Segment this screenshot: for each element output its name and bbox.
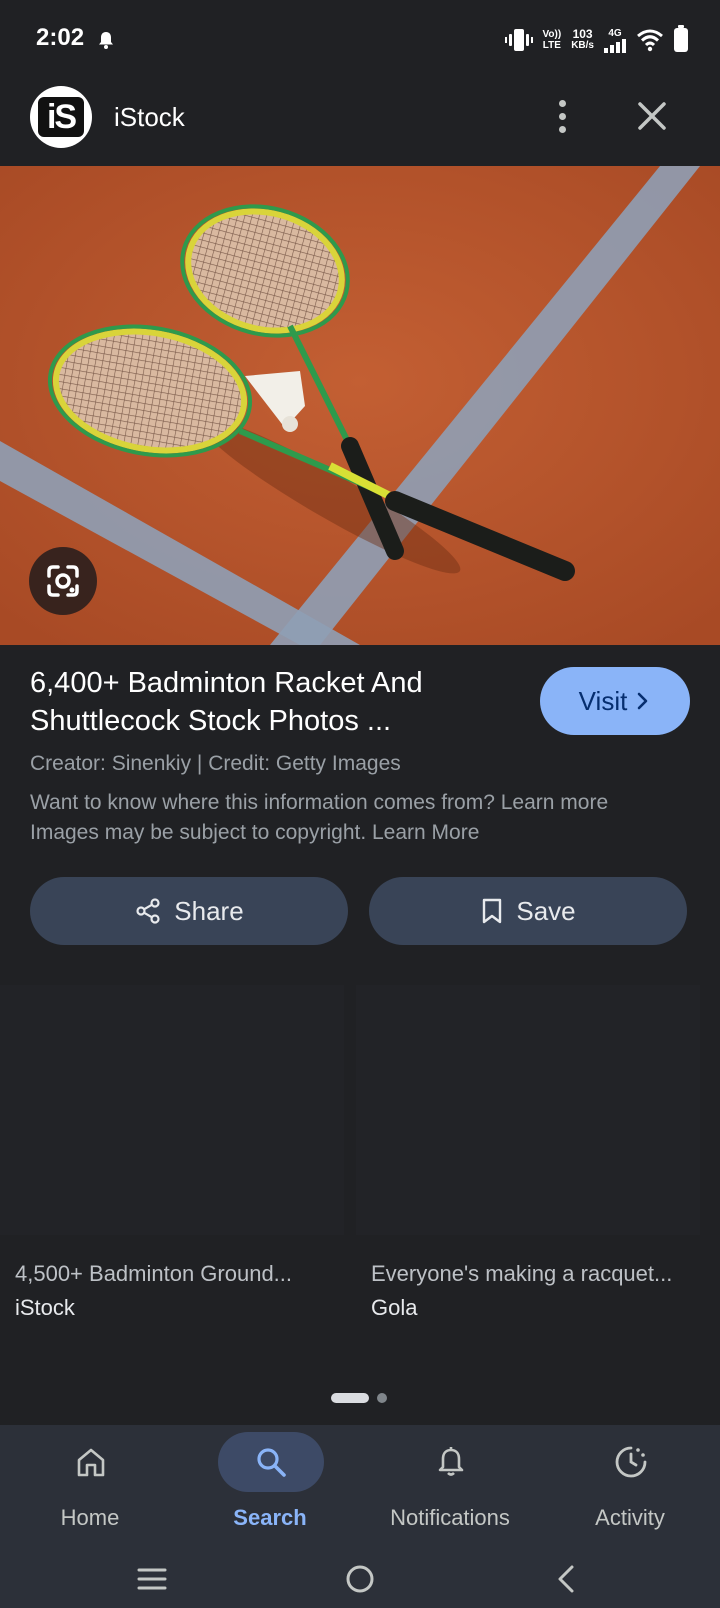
page-dot-active [331,1393,369,1403]
back-icon[interactable] [554,1563,578,1595]
more-options-button[interactable] [546,94,578,138]
volte-indicator: Vo)) LTE [543,29,562,51]
system-navigation-bar [0,1545,720,1608]
cellular-signal: 4G [604,28,626,53]
signal-bars-icon [604,38,626,53]
visit-button[interactable]: Visit [540,667,690,735]
nav-home[interactable]: Home [0,1425,180,1545]
related-source: iStock [15,1295,75,1320]
share-button[interactable]: Share [30,877,348,945]
nav-activity[interactable]: Activity [540,1425,720,1545]
speed-unit: KB/s [571,40,594,51]
result-image[interactable] [0,166,720,645]
save-label: Save [516,895,576,926]
nav-home-pill [38,1432,144,1492]
result-title[interactable]: 6,400+ Badminton Racket And Shuttlecock … [30,664,500,740]
related-title: 4,500+ Badminton Ground... [15,1261,293,1286]
source-header: iS iStock [0,80,720,166]
page-indicator [331,1393,387,1403]
visit-label: Visit [578,685,628,716]
search-icon [257,1448,286,1477]
speed-value: 103 [572,27,593,41]
nav-notifications-pill [398,1432,504,1492]
nav-notifications[interactable]: Notifications [360,1425,540,1545]
status-time: 2:02 [36,24,85,51]
related-result-card[interactable]: 4,500+ Badminton Ground... iStock [0,985,344,1345]
close-icon[interactable] [632,96,672,136]
chevron-right-icon [638,692,648,710]
share-label: Share [174,895,244,926]
home-icon [77,1448,105,1477]
google-lens-button[interactable] [29,547,97,615]
bottom-navigation: Home Search Notifications Activity [0,1425,720,1608]
recent-apps-icon[interactable] [136,1565,168,1593]
status-bar: 2:02 Vo)) LTE 103 KB/s 4G [0,0,720,80]
nav-activity-label: Activity [595,1505,665,1530]
page-dot [377,1393,387,1403]
related-thumbnail[interactable] [0,985,344,1235]
copyright-line[interactable]: Images may be subject to copyright. Lear… [30,818,700,848]
info-source-line[interactable]: Want to know where this information come… [30,788,700,818]
source-title[interactable]: iStock [114,102,185,133]
related-thumbnail[interactable] [356,985,700,1235]
notification-bell-icon [99,32,113,49]
related-source: Gola [371,1295,418,1320]
nav-search-label: Search [233,1505,307,1530]
related-title: Everyone's making a racquet... [371,1261,673,1286]
vibrate-icon [504,29,533,51]
bookmark-icon [483,898,502,924]
activity-icon [615,1446,647,1478]
network-type: 4G [608,27,622,39]
nav-search[interactable]: Search [180,1425,360,1545]
related-result-card[interactable]: Everyone's making a racquet... Gola [356,985,700,1345]
lens-icon [47,565,79,597]
istock-logo: iS [30,86,92,148]
wifi-icon [637,29,663,52]
disclaimer: Want to know where this information come… [30,788,700,848]
network-speed: 103 KB/s [571,27,594,51]
bell-icon [438,1447,464,1476]
volte-line2: LTE [542,40,561,51]
volte-line1: Vo)) [542,29,562,40]
logo-text: iS [38,97,84,137]
nav-activity-pill [578,1432,684,1492]
save-button[interactable]: Save [369,877,687,945]
nav-notifications-label: Notifications [390,1505,510,1530]
badminton-photo [0,166,720,645]
nav-search-pill [218,1432,324,1492]
nav-home-label: Home [60,1505,120,1530]
share-icon [136,898,160,924]
battery-icon [674,25,688,52]
status-icons: Vo)) LTE 103 KB/s 4G [504,24,688,56]
image-credit: Creator: Sinenkiy | Credit: Getty Images [30,752,401,775]
home-circle-icon[interactable] [344,1563,376,1595]
